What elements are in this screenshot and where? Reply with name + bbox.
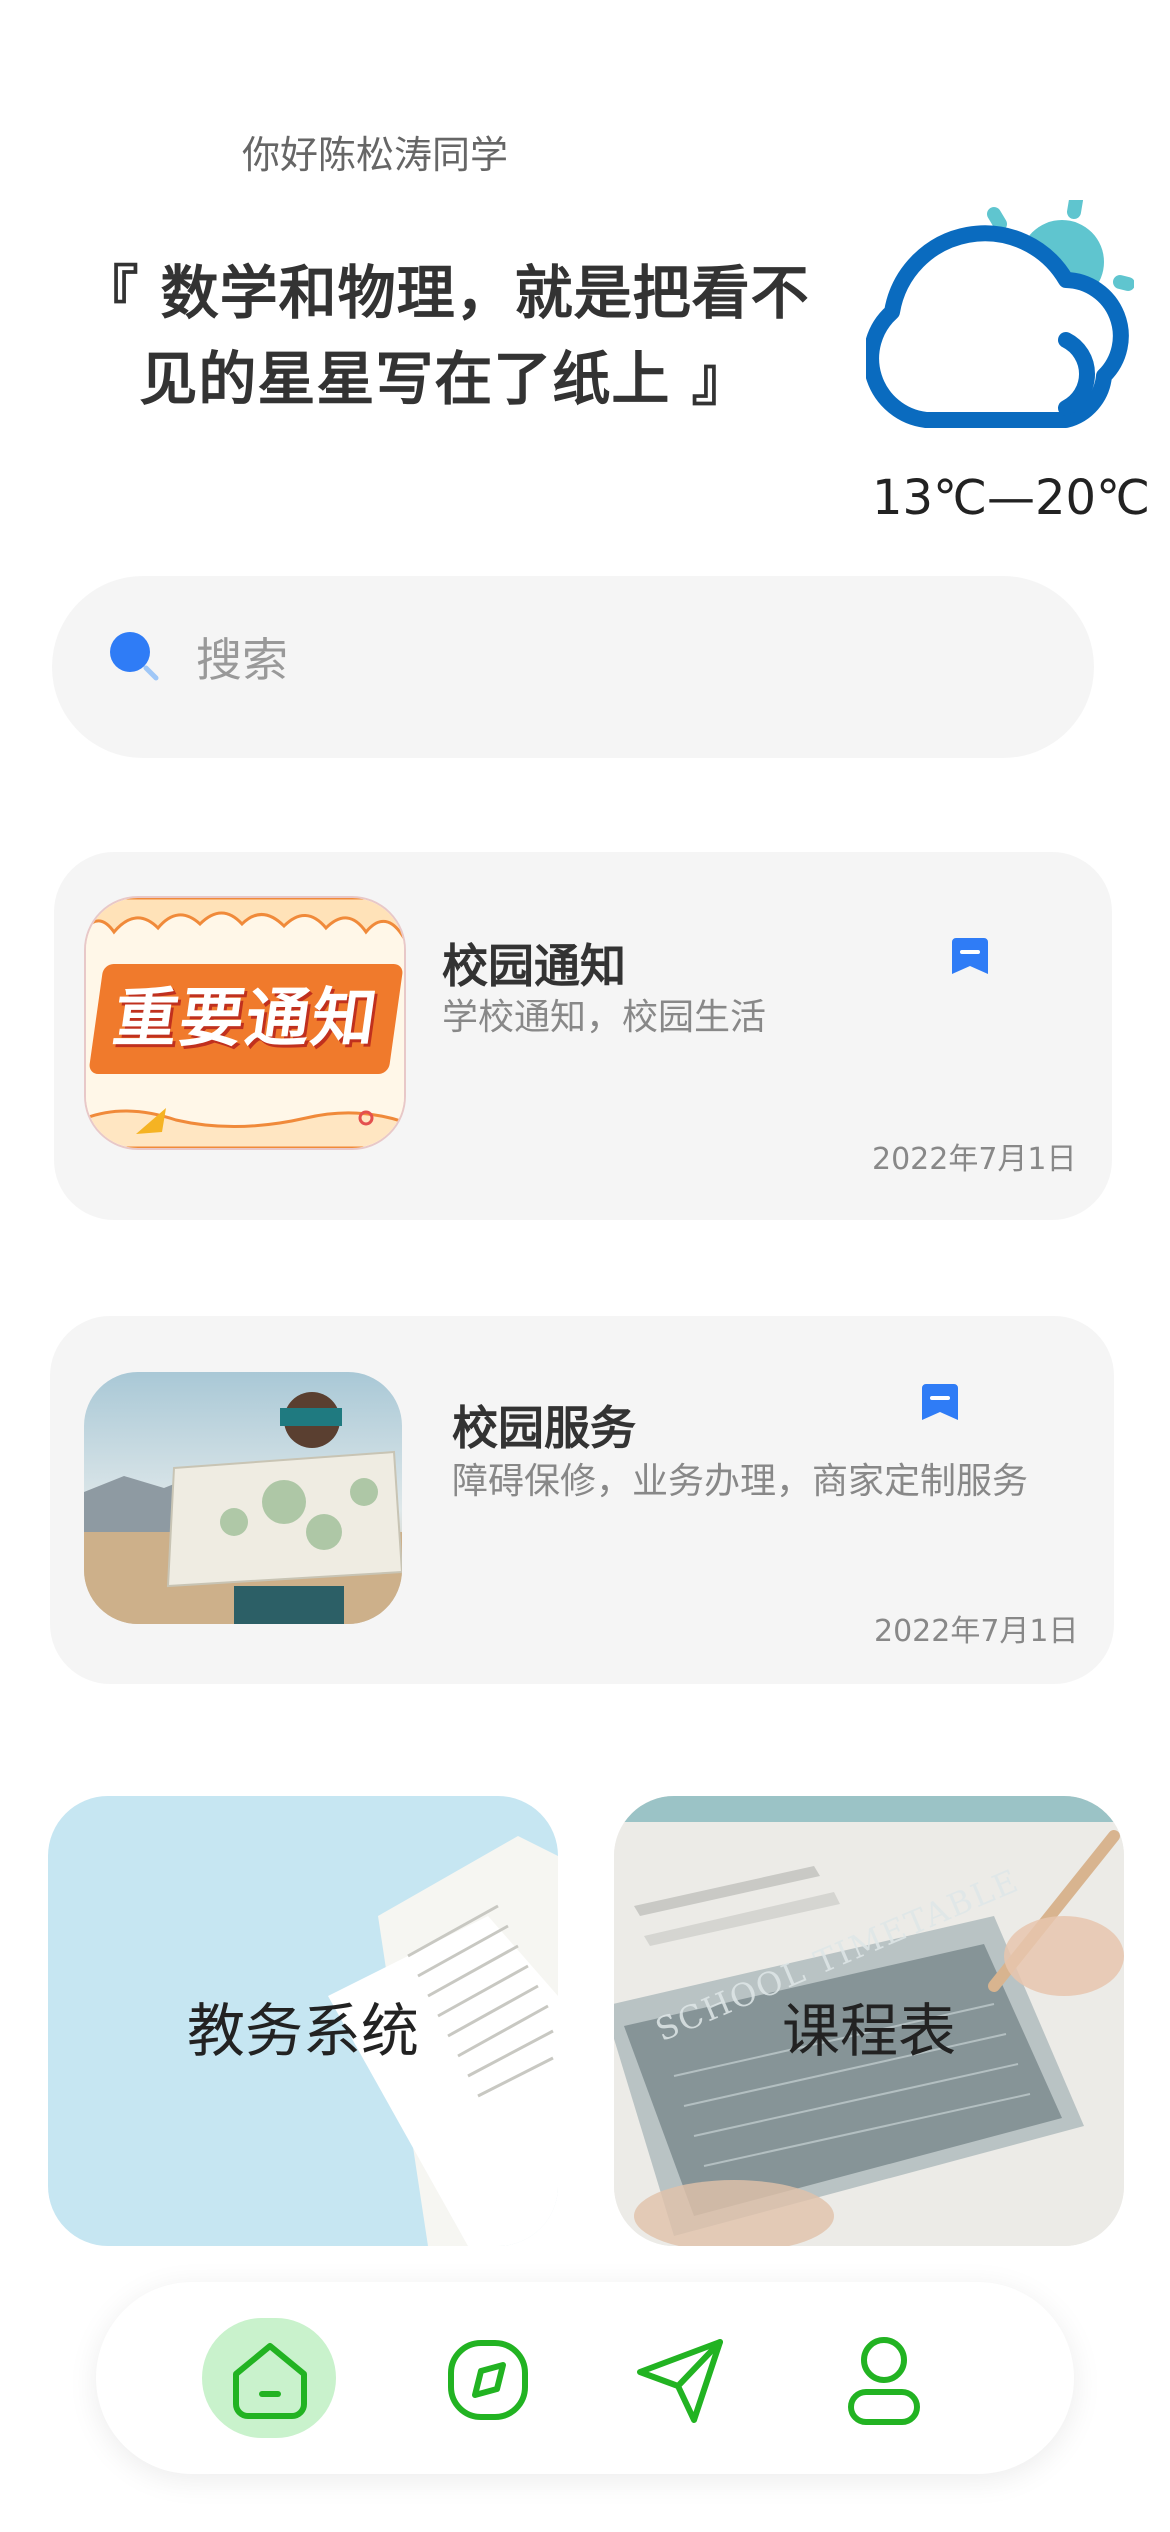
- tile-label: 课程表: [781, 1997, 956, 2065]
- card-subtitle: 学校通知，校园生活: [442, 997, 767, 1038]
- greeting-text: 你好陈松涛同学: [242, 133, 509, 177]
- compass-icon[interactable]: [428, 2320, 548, 2440]
- card-date: 2022年7月1日: [874, 1614, 1079, 1649]
- card-date: 2022年7月1日: [872, 1142, 1077, 1177]
- card-title: 校园通知: [442, 939, 626, 993]
- search-icon[interactable]: [108, 630, 160, 682]
- card-subtitle: 障碍保修，业务办理，商家定制服务: [452, 1461, 1029, 1502]
- notice-thumbnail: 重要通知: [84, 896, 406, 1150]
- timetable-tile[interactable]: SCHOOL TIMETABLE 课程表: [614, 1796, 1124, 2246]
- profile-icon[interactable]: [824, 2320, 944, 2440]
- home-icon[interactable]: [210, 2320, 330, 2440]
- service-thumbnail: [84, 1372, 402, 1624]
- tile-label: 教务系统: [186, 1997, 419, 2065]
- card-title: 校园服务: [452, 1401, 636, 1455]
- temperature-range: 13℃—20℃: [872, 470, 1150, 526]
- quote-text: 『 数学和物理，就是把看不见的星星写在了纸上 』: [80, 259, 810, 413]
- partly-cloudy-icon: [863, 193, 1135, 440]
- search-input[interactable]: [196, 628, 1016, 692]
- notice-image-text: 重要通知: [88, 964, 404, 1074]
- bookmark-icon[interactable]: [920, 1382, 960, 1422]
- bookmark-icon[interactable]: [950, 936, 990, 976]
- academic-system-tile[interactable]: 教务系统: [48, 1796, 558, 2246]
- send-icon[interactable]: [620, 2320, 740, 2440]
